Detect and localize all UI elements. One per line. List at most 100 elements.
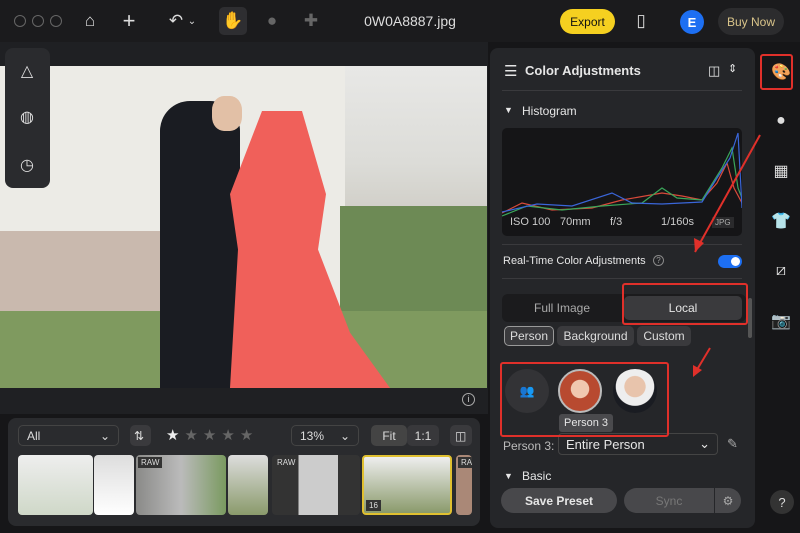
brush-tool-icon[interactable]: ●: [261, 10, 283, 32]
chip-background[interactable]: Background: [557, 326, 634, 346]
thumbnail[interactable]: [18, 455, 93, 515]
fit-button[interactable]: Fit: [371, 425, 407, 446]
person-3-face[interactable]: [558, 369, 602, 413]
save-preset-button[interactable]: Save Preset: [501, 488, 617, 513]
camera-icon[interactable]: 📷: [770, 310, 792, 332]
histogram-green: [502, 146, 742, 217]
thumbnail-index: 16: [366, 500, 381, 511]
groom: [160, 101, 240, 388]
one-to-one-button[interactable]: 1:1: [407, 425, 439, 446]
exif-focal: 70mm: [560, 216, 591, 228]
history-icon[interactable]: ◷: [16, 154, 38, 176]
zoom-select[interactable]: 13% ⌄: [291, 425, 359, 446]
thumbnail[interactable]: RAW: [456, 455, 472, 515]
home-icon[interactable]: ⌂: [79, 10, 101, 32]
histogram-red: [502, 161, 742, 214]
exif-shutter: 1/160s: [661, 216, 695, 228]
avatar[interactable]: E: [680, 10, 704, 34]
right-toolbar: 🎨 ● ▦ 👕 ⧄ 📷 ?: [760, 48, 800, 533]
sort-button[interactable]: ⇅: [130, 425, 151, 446]
sync-button[interactable]: Sync: [624, 488, 714, 513]
help-icon[interactable]: ?: [653, 255, 664, 266]
export-button[interactable]: Export: [560, 9, 615, 34]
add-icon[interactable]: +: [118, 8, 140, 33]
thumbnail[interactable]: [94, 455, 134, 515]
exif-format: JPG: [712, 217, 734, 228]
person-region-value: Entire Person: [566, 436, 645, 452]
scope-tabs: Full Image Local: [502, 294, 746, 322]
mask-icon[interactable]: ◍: [16, 106, 38, 128]
thumbnail[interactable]: RAW: [272, 455, 360, 515]
chevron-down-icon: ⌄: [699, 436, 710, 451]
bandage-tool-icon[interactable]: ✚: [300, 10, 322, 32]
star-icon[interactable]: ★: [166, 427, 184, 444]
star-icon[interactable]: ★: [221, 427, 239, 444]
crop-icon[interactable]: ⧄: [770, 260, 792, 282]
undo-icon[interactable]: ↶: [165, 10, 187, 32]
raw-badge: RAW: [274, 457, 299, 468]
chip-custom[interactable]: Custom: [637, 326, 691, 346]
filter-value: All: [27, 428, 41, 443]
panel-scrollbar[interactable]: [748, 298, 752, 338]
thumbnail-selected[interactable]: 16: [362, 455, 452, 515]
hand-tool-icon[interactable]: ✋: [219, 7, 247, 35]
exif-iso: ISO 100: [510, 216, 551, 228]
minimize-window-button[interactable]: [32, 15, 44, 27]
collapse-triangle-icon[interactable]: ▼: [504, 105, 513, 115]
raw-badge: RAW: [458, 457, 472, 468]
adjustments-icon: ☰: [504, 63, 518, 80]
thumbnail[interactable]: RAW: [136, 455, 226, 515]
color-palette-icon[interactable]: 🎨: [770, 61, 792, 83]
undo-history-chevron-icon[interactable]: ⌄: [186, 10, 198, 32]
basic-label: Basic: [522, 469, 552, 483]
star-icon[interactable]: ★: [203, 427, 221, 444]
close-window-button[interactable]: [14, 15, 26, 27]
person-tooltip: Person 3: [559, 414, 614, 432]
divider: [502, 90, 742, 91]
clothing-icon[interactable]: 👕: [770, 210, 792, 232]
compare-view-icon[interactable]: ◫: [450, 425, 472, 446]
photo-canvas[interactable]: [0, 66, 487, 388]
help-button[interactable]: ?: [770, 490, 794, 514]
compare-panel-icon[interactable]: ▯: [630, 10, 652, 32]
exif-aperture: f/3: [610, 216, 623, 228]
person-label: Person 3:: [503, 439, 555, 453]
star-icon[interactable]: ★: [240, 427, 258, 444]
star-icon[interactable]: ★: [184, 427, 202, 444]
chip-person[interactable]: Person: [504, 326, 554, 346]
buy-now-button[interactable]: Buy Now: [718, 8, 784, 35]
layout-toggle-icon[interactable]: ◫: [708, 63, 720, 79]
tool-palette: △ ◍ ◷: [5, 48, 50, 188]
face-retouch-icon[interactable]: ●: [770, 110, 792, 132]
realtime-label: Real-Time Color Adjustments: [503, 255, 646, 267]
filter-select[interactable]: All ⌄: [18, 425, 119, 446]
rating-stars[interactable]: ★★★★★: [166, 426, 258, 444]
tab-full-image[interactable]: Full Image: [502, 294, 622, 322]
chevron-down-icon: ⌄: [339, 428, 350, 443]
ai-adjust-icon[interactable]: △: [16, 60, 38, 82]
divider: [502, 244, 742, 245]
info-icon[interactable]: i: [462, 393, 475, 406]
arches: [0, 231, 170, 311]
histogram: ISO 100 70mm f/3 1/160s JPG: [502, 128, 742, 236]
raw-badge: RAW: [138, 457, 163, 468]
histogram-label: Histogram: [522, 104, 577, 118]
sync-settings-icon[interactable]: ⚙: [715, 488, 741, 513]
thumbnail[interactable]: [228, 455, 268, 515]
background-icon[interactable]: ▦: [770, 160, 792, 182]
zoom-window-button[interactable]: [50, 15, 62, 27]
chevron-down-icon: ⌄: [99, 428, 110, 443]
groom-face: [212, 96, 242, 131]
zoom-value: 13%: [300, 428, 325, 443]
divider: [502, 278, 742, 279]
collapse-triangle-icon[interactable]: ▼: [504, 471, 513, 481]
person-region-select[interactable]: Entire Person ⌄: [558, 433, 718, 455]
edit-mask-icon[interactable]: ✎: [727, 436, 738, 452]
person-face[interactable]: [613, 369, 657, 413]
filmstrip-panel: All ⌄ ⇅ ★★★★★ 13% ⌄ Fit 1:1 ◫ RAW RAW 16 R…: [8, 418, 480, 526]
all-persons-icon[interactable]: 👥: [505, 369, 549, 413]
expand-collapse-icon[interactable]: ⇕: [728, 62, 737, 75]
realtime-toggle[interactable]: [718, 255, 742, 268]
tab-local[interactable]: Local: [624, 296, 742, 320]
panel-title: Color Adjustments: [525, 63, 641, 78]
